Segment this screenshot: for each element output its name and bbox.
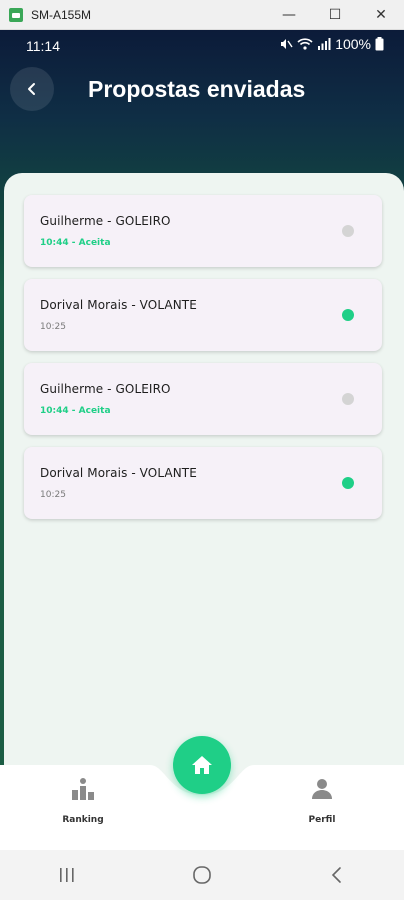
- proposal-card[interactable]: Guilherme - GOLEIRO 10:44 - Aceita: [24, 363, 382, 435]
- back-button[interactable]: [10, 67, 54, 111]
- signal-icon: [318, 38, 331, 50]
- page-title: Propostas enviadas: [88, 76, 306, 102]
- status-indicator: [342, 225, 354, 237]
- proposal-card[interactable]: Dorival Morais - VOLANTE 10:25: [24, 279, 382, 351]
- app-icon: [9, 7, 23, 22]
- proposal-title: Dorival Morais - VOLANTE: [40, 466, 197, 480]
- close-button[interactable]: ✕: [358, 0, 404, 30]
- proposals-list: Guilherme - GOLEIRO 10:44 - Aceita Doriv…: [4, 173, 404, 765]
- proposal-status: 10:25: [40, 490, 66, 500]
- home-icon: [192, 756, 212, 774]
- mute-icon: [281, 39, 293, 49]
- proposal-status: 10:25: [40, 322, 66, 332]
- phone-screen: 11:14 100% Propostas enviadas Guilherme …: [0, 30, 404, 900]
- status-time: 11:14: [26, 38, 60, 54]
- battery-icon: [375, 37, 384, 51]
- circle-icon: [193, 866, 211, 884]
- system-navigation-bar: [0, 850, 404, 900]
- status-icons: 100%: [279, 36, 384, 52]
- recent-apps-button[interactable]: [37, 855, 97, 895]
- window-titlebar: SM-A155M — ☐ ✕: [0, 0, 404, 30]
- home-button[interactable]: [173, 736, 231, 794]
- recent-apps-icon: [60, 868, 74, 882]
- nav-ranking[interactable]: Ranking: [43, 775, 123, 825]
- person-icon: [312, 779, 332, 799]
- maximize-button[interactable]: ☐: [312, 0, 358, 30]
- proposal-card[interactable]: Guilherme - GOLEIRO 10:44 - Aceita: [24, 195, 382, 267]
- status-indicator: [342, 393, 354, 405]
- nav-ranking-label: Ranking: [62, 815, 104, 825]
- status-indicator: [342, 309, 354, 321]
- system-home-button[interactable]: [172, 855, 232, 895]
- proposal-title: Guilherme - GOLEIRO: [40, 382, 171, 396]
- chevron-left-icon: [28, 83, 35, 95]
- wifi-icon: [297, 38, 313, 50]
- status-bar: 11:14 100%: [0, 30, 404, 62]
- proposal-status: 10:44 - Aceita: [40, 238, 111, 248]
- status-indicator: [342, 477, 354, 489]
- proposal-card[interactable]: Dorival Morais - VOLANTE 10:25: [24, 447, 382, 519]
- window-title: SM-A155M: [31, 7, 92, 22]
- battery-level: 100%: [335, 36, 371, 52]
- ranking-icon: [72, 778, 94, 800]
- system-back-icon: [331, 867, 341, 883]
- system-back-button[interactable]: [307, 855, 367, 895]
- minimize-button[interactable]: —: [266, 0, 312, 30]
- proposal-status: 10:44 - Aceita: [40, 406, 111, 416]
- window-controls: — ☐ ✕: [266, 0, 404, 30]
- nav-profile-label: Perfil: [308, 815, 336, 825]
- proposal-title: Guilherme - GOLEIRO: [40, 214, 171, 228]
- proposal-title: Dorival Morais - VOLANTE: [40, 298, 197, 312]
- nav-profile[interactable]: Perfil: [282, 775, 362, 825]
